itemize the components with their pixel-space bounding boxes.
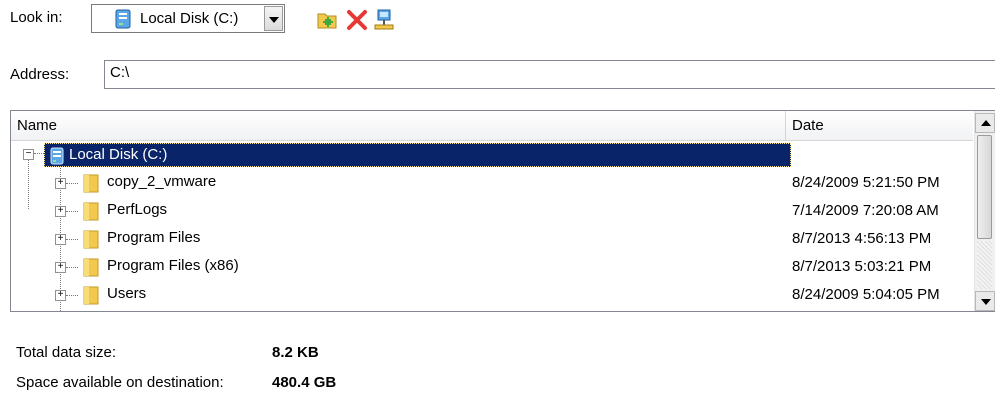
hard-drive-icon bbox=[114, 9, 132, 33]
folder-icon bbox=[82, 285, 100, 309]
tree-row[interactable]: + Program Files 8/7/2013 4:56:13 PM bbox=[11, 225, 973, 253]
space-available-label: Space available on destination: bbox=[16, 374, 224, 391]
tree-row-name: Program Files (x86) bbox=[107, 257, 239, 274]
tree-root-label: Local Disk (C:) bbox=[69, 146, 168, 163]
scrollbar-track[interactable] bbox=[977, 241, 992, 289]
look-in-label: Look in: bbox=[10, 9, 63, 26]
tree-row[interactable]: + PerfLogs 7/14/2009 7:20:08 AM bbox=[11, 197, 973, 225]
expand-icon[interactable]: + bbox=[55, 206, 66, 217]
tree-line bbox=[66, 239, 78, 240]
folder-icon bbox=[82, 173, 100, 197]
new-folder-icon[interactable] bbox=[316, 8, 340, 32]
expand-icon[interactable]: + bbox=[55, 262, 66, 273]
folder-icon bbox=[82, 229, 100, 253]
tree-row-name: PerfLogs bbox=[107, 201, 168, 218]
tree-row-name: Users bbox=[107, 285, 147, 302]
delete-icon[interactable] bbox=[345, 8, 369, 32]
expand-icon[interactable]: + bbox=[55, 290, 66, 301]
address-input[interactable]: C:\ bbox=[104, 60, 995, 89]
tree-row[interactable]: + Program Files (x86) 8/7/2013 5:03:21 P… bbox=[11, 253, 973, 281]
look-in-value: Local Disk (C:) bbox=[140, 10, 239, 27]
tree-line bbox=[66, 211, 78, 212]
scroll-up-icon[interactable] bbox=[975, 113, 995, 133]
tree-row-name: copy_2_vmware bbox=[107, 173, 217, 190]
tree-row-date: 8/7/2013 5:03:21 PM bbox=[792, 258, 932, 275]
tree-line bbox=[66, 295, 78, 296]
tree-row[interactable]: + Users 8/24/2009 5:04:05 PM bbox=[11, 281, 973, 309]
file-tree-list[interactable]: Name Date − Local Disk (C:) + copy_2_vmw… bbox=[10, 110, 995, 312]
hard-drive-icon bbox=[50, 147, 64, 169]
column-header-name[interactable]: Name bbox=[11, 111, 786, 141]
expand-icon[interactable]: + bbox=[55, 178, 66, 189]
total-size-label: Total data size: bbox=[16, 344, 117, 361]
network-drive-icon[interactable] bbox=[373, 8, 397, 32]
vertical-scrollbar[interactable] bbox=[974, 111, 995, 311]
tree-line bbox=[66, 267, 78, 268]
column-header-date[interactable]: Date bbox=[786, 111, 973, 141]
total-size-value: 8.2 KB bbox=[272, 344, 319, 361]
expand-icon[interactable]: + bbox=[55, 234, 66, 245]
scrollbar-thumb[interactable] bbox=[977, 135, 992, 239]
scroll-down-icon[interactable] bbox=[975, 291, 995, 311]
folder-icon bbox=[82, 201, 100, 225]
collapse-icon[interactable]: − bbox=[23, 149, 34, 160]
tree-row-date: 8/24/2009 5:04:05 PM bbox=[792, 286, 940, 303]
dropdown-arrow-button[interactable] bbox=[264, 6, 283, 31]
address-label: Address: bbox=[10, 66, 70, 83]
tree-row-date: 7/14/2009 7:20:08 AM bbox=[792, 202, 939, 219]
tree-line bbox=[66, 183, 78, 184]
selected-row-highlight: Local Disk (C:) bbox=[44, 143, 791, 167]
folder-icon bbox=[82, 257, 100, 281]
tree-row-date: 8/7/2013 4:56:13 PM bbox=[792, 230, 932, 247]
tree-root-row[interactable]: − Local Disk (C:) bbox=[11, 141, 973, 169]
look-in-dropdown[interactable]: Local Disk (C:) bbox=[91, 4, 285, 33]
tree-row-name: Program Files bbox=[107, 229, 201, 246]
tree-row-date: 8/24/2009 5:21:50 PM bbox=[792, 174, 940, 191]
tree-row[interactable]: + copy_2_vmware 8/24/2009 5:21:50 PM bbox=[11, 169, 973, 197]
space-available-value: 480.4 GB bbox=[272, 374, 337, 391]
